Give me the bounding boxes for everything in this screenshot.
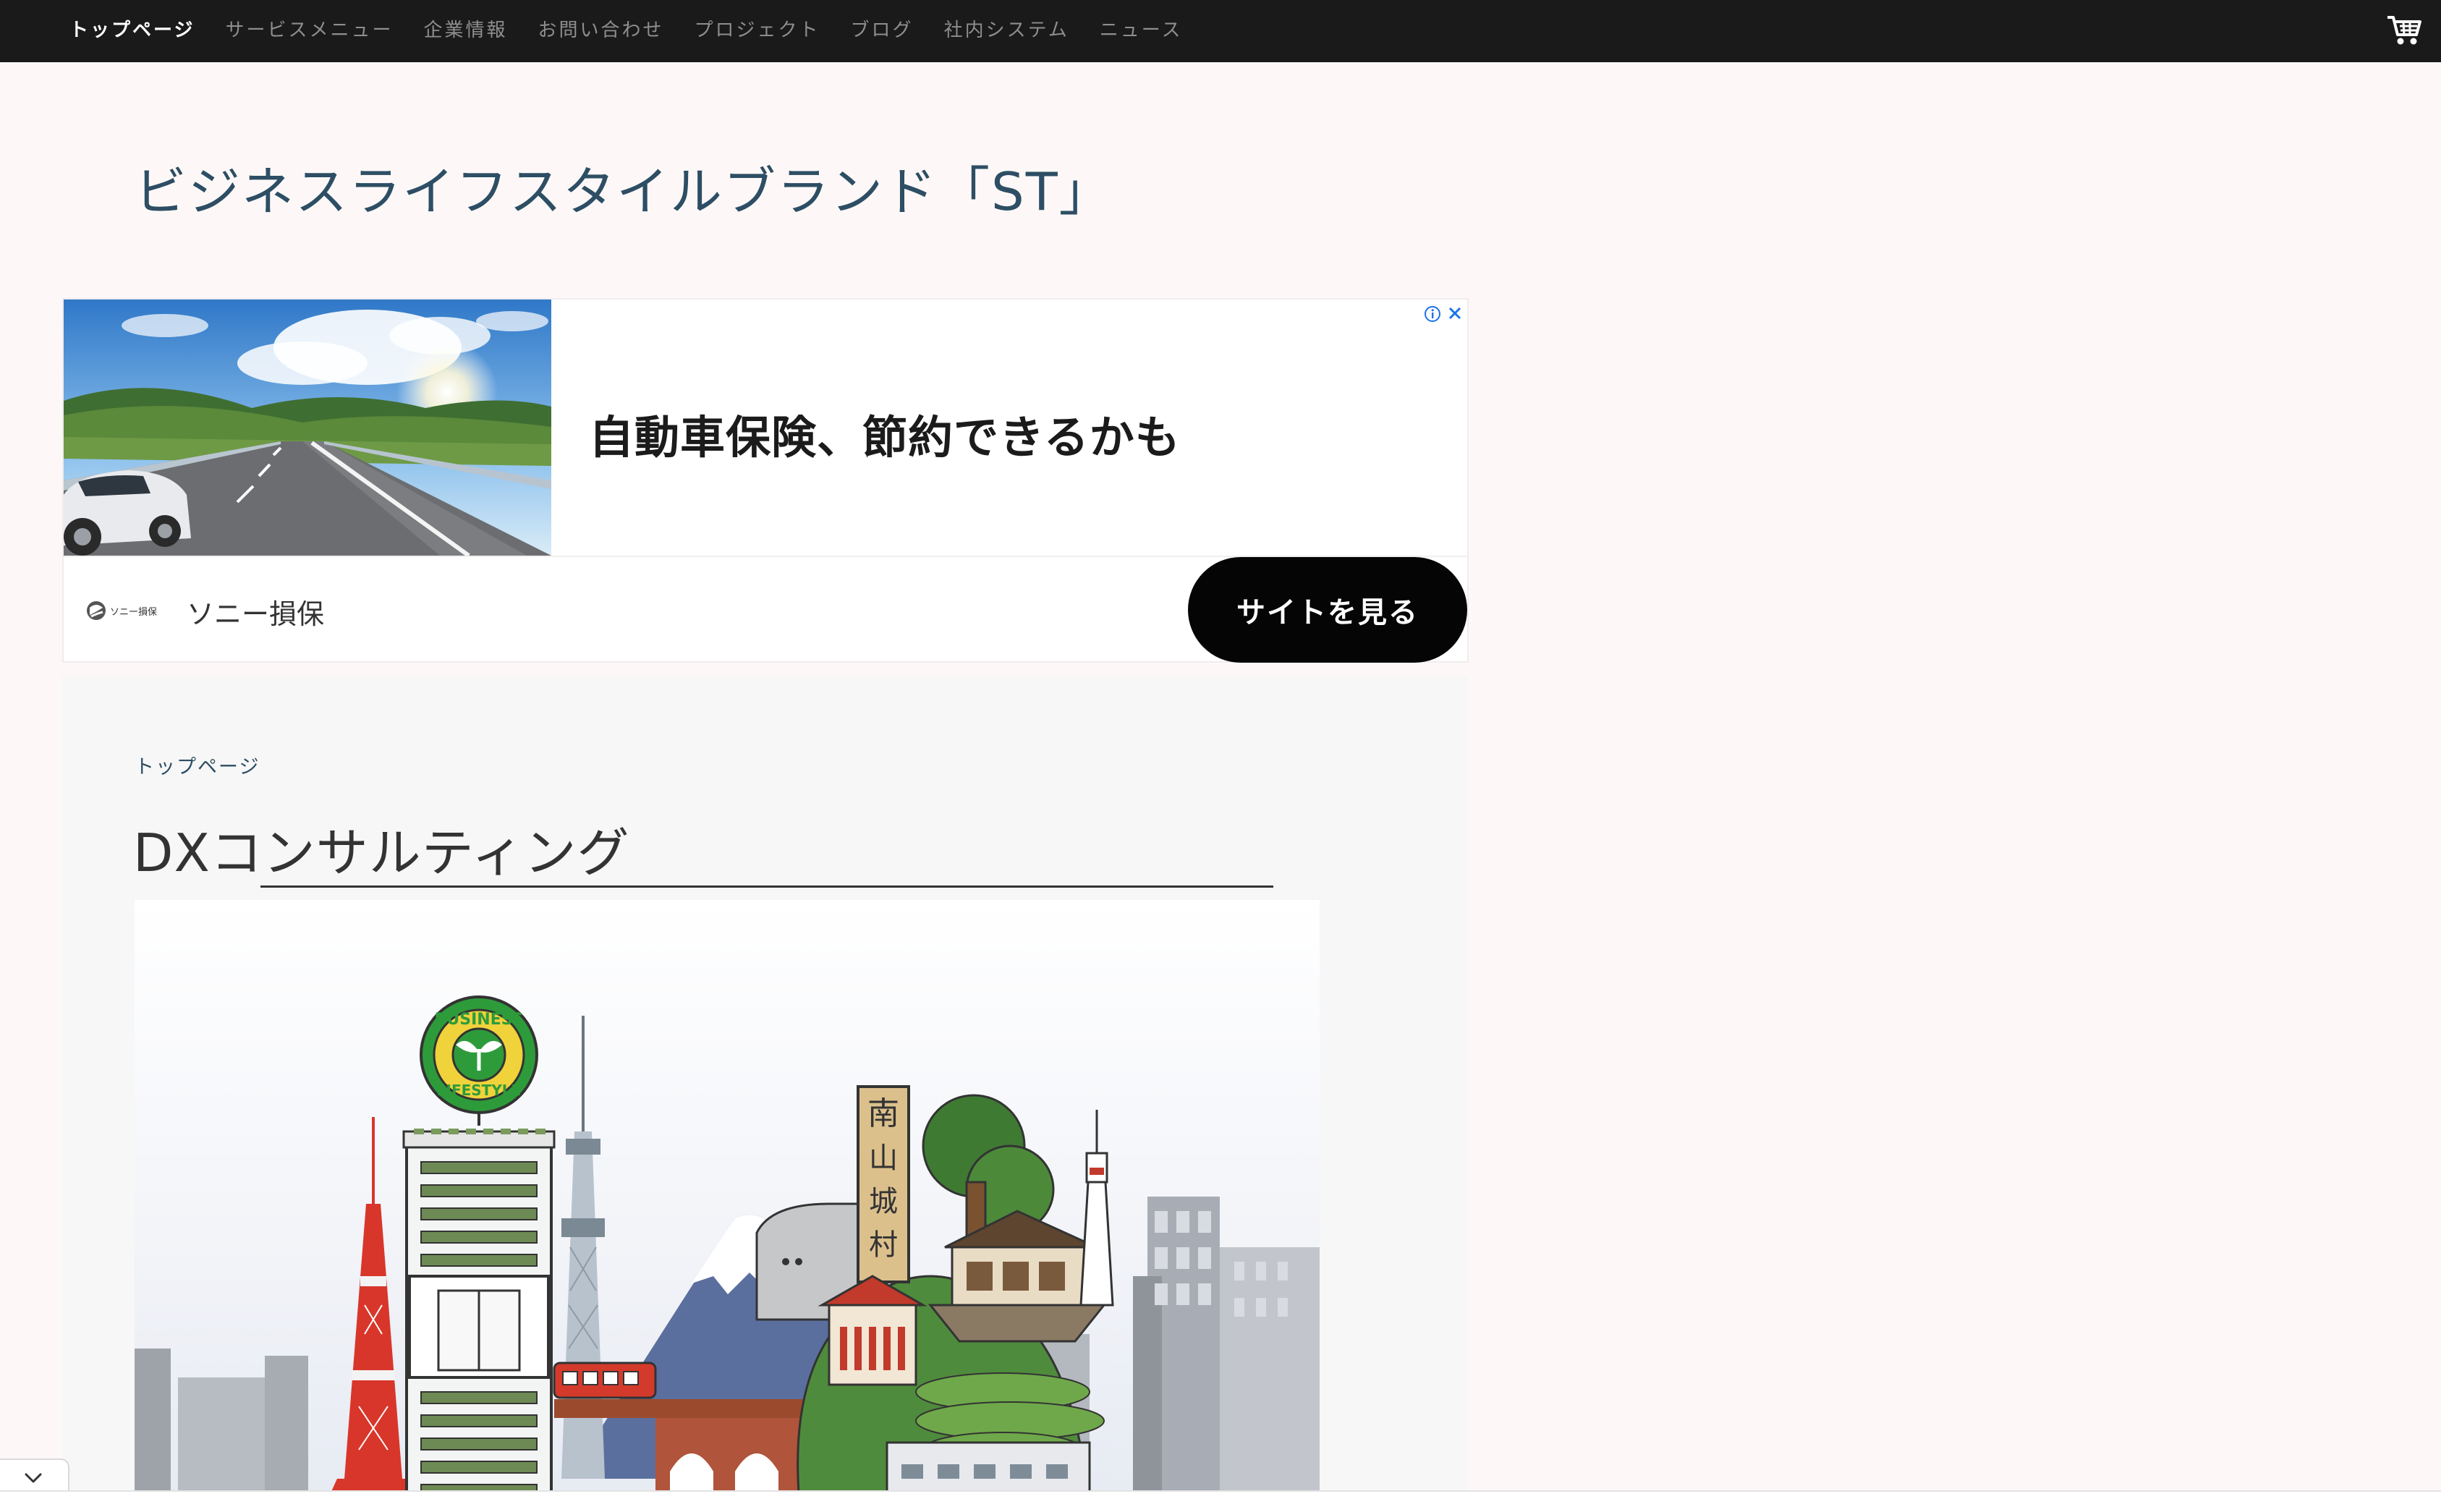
business-lifestyle-badge: BUSINESS LIFESTYLE bbox=[420, 995, 538, 1114]
breadcrumb[interactable]: トップページ bbox=[135, 751, 260, 779]
nav-item-news[interactable]: ニュース bbox=[1100, 15, 1183, 42]
svg-text:城: 城 bbox=[869, 1185, 898, 1218]
nav-item-company-info[interactable]: 企業情報 bbox=[424, 15, 508, 42]
site-title[interactable]: ビジネスライフスタイルブランド「ST」 bbox=[135, 149, 1113, 225]
ad-footer: ソニー損保 ソニー損保 サイトを見る bbox=[64, 556, 1467, 664]
svg-text:山: 山 bbox=[869, 1142, 898, 1175]
advertisement[interactable]: 自動車保険、節約できるかも ソニー損保 ソニー損保 サイトを見る bbox=[62, 298, 1469, 663]
chevron-down-icon[interactable] bbox=[0, 1460, 69, 1495]
nav-item-service-menu[interactable]: サービスメニュー bbox=[225, 15, 393, 42]
ad-highway-image[interactable] bbox=[64, 300, 551, 556]
nav-item-internal-system[interactable]: 社内システム bbox=[944, 15, 1069, 42]
svg-text:村: 村 bbox=[869, 1228, 898, 1262]
visit-site-button[interactable]: サイトを見る bbox=[1188, 557, 1467, 663]
nav-item-blog[interactable]: ブログ bbox=[851, 15, 914, 42]
info-icon[interactable] bbox=[1424, 305, 1441, 323]
shopping-cart-icon[interactable] bbox=[2386, 13, 2422, 46]
top-navigation-bar: トップページ サービスメニュー 企業情報 お問い合わせ プロジェクト ブログ 社… bbox=[0, 0, 2441, 62]
svg-text:南: 南 bbox=[867, 1095, 899, 1132]
svg-text:ソニー損保: ソニー損保 bbox=[110, 607, 157, 618]
nav-menu: トップページ サービスメニュー 企業情報 お問い合わせ プロジェクト ブログ 社… bbox=[69, 0, 1213, 56]
ad-headline[interactable]: 自動車保険、節約できるかも bbox=[589, 401, 1181, 466]
main-content: トップページ DXコンサルティング BUSINESS LIFESTYLE 南 山… bbox=[62, 676, 1469, 1511]
title-underline bbox=[260, 885, 1273, 888]
svg-text:LIFESTYLE: LIFESTYLE bbox=[437, 1082, 521, 1099]
sony-sonpo-logo[interactable]: ソニー損保 bbox=[85, 598, 165, 624]
close-icon[interactable] bbox=[1446, 304, 1464, 323]
hero-illustration: BUSINESS LIFESTYLE 南 山 城 村 bbox=[135, 900, 1320, 1511]
collapse-toggle[interactable] bbox=[0, 1458, 69, 1493]
nav-item-contact[interactable]: お問い合わせ bbox=[538, 15, 664, 42]
svg-text:BUSINESS: BUSINESS bbox=[435, 1011, 524, 1029]
nav-item-top-page[interactable]: トップページ bbox=[69, 15, 195, 42]
bottom-bar bbox=[0, 1490, 2441, 1512]
nav-item-projects[interactable]: プロジェクト bbox=[695, 15, 820, 42]
ad-advertiser-name[interactable]: ソニー損保 bbox=[187, 592, 324, 632]
page-title: DXコンサルティング bbox=[133, 823, 630, 883]
